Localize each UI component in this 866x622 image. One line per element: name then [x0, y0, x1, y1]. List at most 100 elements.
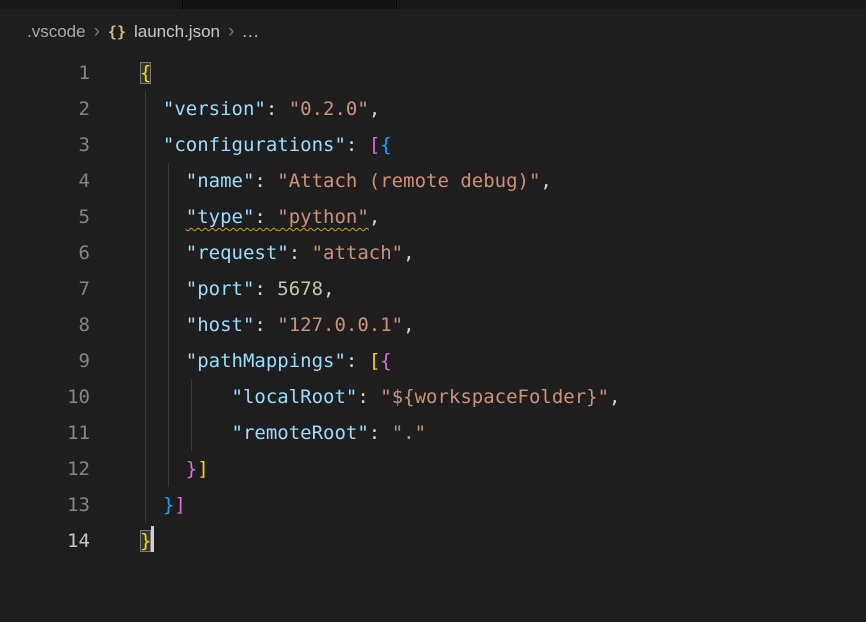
code-token: "." — [392, 422, 426, 444]
indent-whitespace — [140, 458, 186, 480]
code-line[interactable]: 2 "version": "0.2.0", — [0, 91, 866, 127]
indent-guide — [145, 487, 146, 523]
indent-guide — [191, 415, 192, 451]
line-number[interactable]: 8 — [0, 307, 90, 343]
indent-guide — [168, 307, 169, 343]
code-token: [ — [369, 134, 380, 156]
code-line[interactable]: 13 }] — [0, 487, 866, 523]
breadcrumb-file[interactable]: launch.json — [134, 22, 220, 42]
indent-guide — [168, 379, 169, 415]
line-number[interactable]: 3 — [0, 127, 90, 163]
code-line[interactable]: 7 "port": 5678, — [0, 271, 866, 307]
code-line[interactable]: 11 "remoteRoot": "." — [0, 415, 866, 451]
code-token: "version" — [163, 98, 266, 120]
code-token: : — [369, 422, 392, 444]
code-token: "port" — [186, 278, 255, 300]
code-line-content: "name": "Attach (remote debug)", — [140, 163, 552, 199]
indent-guide — [191, 379, 192, 415]
line-number[interactable]: 1 — [0, 55, 90, 91]
code-token: : — [254, 206, 277, 228]
line-number[interactable]: 10 — [0, 379, 90, 415]
code-token: { — [380, 350, 391, 372]
code-line-content: "request": "attach", — [140, 235, 415, 271]
code-token: "host" — [186, 314, 255, 336]
indent-guide — [145, 163, 146, 199]
code-token: "0.2.0" — [289, 98, 369, 120]
code-line[interactable]: 9 "pathMappings": [{ — [0, 343, 866, 379]
code-token: : — [254, 170, 277, 192]
code-line-content: "host": "127.0.0.1", — [140, 307, 415, 343]
code-token: "localRoot" — [232, 386, 358, 408]
indent-whitespace — [140, 134, 163, 156]
code-token: "python" — [277, 206, 369, 228]
code-token: , — [403, 242, 414, 264]
indent-guide — [145, 271, 146, 307]
line-number[interactable]: 11 — [0, 415, 90, 451]
indent-guide — [168, 199, 169, 235]
line-number[interactable]: 14 — [0, 523, 90, 559]
line-number[interactable]: 12 — [0, 451, 90, 487]
code-line-content: } — [140, 523, 154, 559]
code-token: { — [380, 134, 391, 156]
editor-code-area[interactable]: 1{2 "version": "0.2.0",3 "configurations… — [0, 55, 866, 559]
code-line[interactable]: 1{ — [0, 55, 866, 91]
code-line-content: "type": "python", — [140, 199, 380, 235]
code-token: "remoteRoot" — [232, 422, 369, 444]
code-line-content: "localRoot": "${workspaceFolder}", — [140, 379, 620, 415]
code-token: "configurations" — [163, 134, 346, 156]
code-token: "attach" — [312, 242, 404, 264]
code-token: "name" — [186, 170, 255, 192]
code-token: 5678 — [277, 278, 323, 300]
indent-whitespace — [140, 278, 186, 300]
indent-guide — [168, 271, 169, 307]
code-token: "${workspaceFolder}" — [380, 386, 609, 408]
indent-guide — [145, 343, 146, 379]
code-line[interactable]: 10 "localRoot": "${workspaceFolder}", — [0, 379, 866, 415]
code-line-content: "remoteRoot": "." — [140, 415, 426, 451]
tab-segment — [397, 0, 866, 9]
code-token: "type" — [186, 206, 255, 228]
breadcrumb-folder[interactable]: .vscode — [27, 22, 86, 42]
indent-whitespace — [140, 206, 186, 228]
code-token: "request" — [186, 242, 289, 264]
code-token: "Attach (remote debug)" — [277, 170, 540, 192]
code-line[interactable]: 3 "configurations": [{ — [0, 127, 866, 163]
code-line[interactable]: 8 "host": "127.0.0.1", — [0, 307, 866, 343]
code-line[interactable]: 14} — [0, 523, 866, 559]
line-number[interactable]: 7 — [0, 271, 90, 307]
line-number[interactable]: 5 — [0, 199, 90, 235]
line-number[interactable]: 9 — [0, 343, 90, 379]
line-number[interactable]: 4 — [0, 163, 90, 199]
line-number[interactable]: 6 — [0, 235, 90, 271]
code-token: } — [163, 494, 174, 516]
code-line[interactable]: 6 "request": "attach", — [0, 235, 866, 271]
code-line[interactable]: 4 "name": "Attach (remote debug)", — [0, 163, 866, 199]
indent-whitespace — [140, 242, 186, 264]
code-token: ] — [197, 458, 208, 480]
code-line[interactable]: 5 "type": "python", — [0, 199, 866, 235]
code-line[interactable]: 12 }] — [0, 451, 866, 487]
chevron-right-icon: › — [94, 22, 100, 41]
code-token: : — [357, 386, 380, 408]
code-token: : — [346, 350, 369, 372]
indent-guide — [145, 415, 146, 451]
indent-guide — [145, 379, 146, 415]
code-token: : — [346, 134, 369, 156]
code-token: } — [186, 458, 197, 480]
code-token: { — [140, 62, 151, 84]
indent-whitespace — [140, 386, 232, 408]
code-token: , — [369, 206, 380, 228]
code-token: , — [609, 386, 620, 408]
line-number[interactable]: 13 — [0, 487, 90, 523]
indent-guide — [145, 451, 146, 487]
breadcrumb-symbols[interactable]: ... — [242, 22, 259, 42]
indent-guide — [168, 163, 169, 199]
line-number[interactable]: 2 — [0, 91, 90, 127]
indent-guide — [168, 415, 169, 451]
indent-guide — [145, 307, 146, 343]
code-token: , — [540, 170, 551, 192]
tab-bar-remnant — [0, 0, 866, 9]
code-token: } — [140, 530, 151, 552]
indent-guide — [168, 343, 169, 379]
code-line-content: "version": "0.2.0", — [140, 91, 380, 127]
